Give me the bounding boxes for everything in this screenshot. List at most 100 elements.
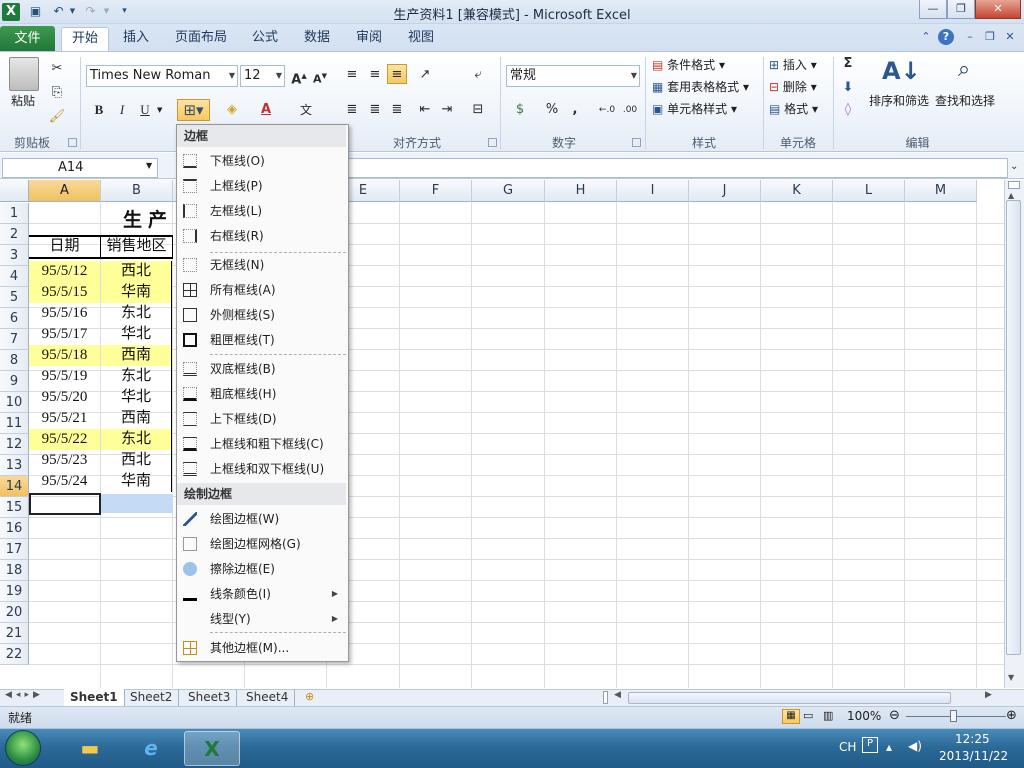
data-cell-region[interactable]: 东北 bbox=[101, 366, 172, 387]
fill-icon[interactable]: ⬇ bbox=[838, 78, 858, 98]
row-header-5[interactable]: 5 bbox=[0, 287, 29, 308]
row-header-15[interactable]: 15 bbox=[0, 497, 29, 518]
clear-icon[interactable]: ◊ bbox=[838, 100, 858, 120]
explorer-icon[interactable]: ▬ bbox=[62, 731, 118, 766]
start-button[interactable] bbox=[5, 730, 41, 766]
row-header-8[interactable]: 8 bbox=[0, 350, 29, 371]
menu-item-outside-borders[interactable]: 外侧框线(S) bbox=[177, 303, 346, 327]
menu-item-line-color[interactable]: 线条颜色(I) ▶ bbox=[177, 582, 346, 606]
menu-item-top-thick-bottom-border[interactable]: 上框线和粗下框线(C) bbox=[177, 432, 346, 456]
align-center-icon[interactable]: ≣ bbox=[365, 100, 385, 120]
row-header-20[interactable]: 20 bbox=[0, 602, 29, 623]
align-top-icon[interactable]: ≡ bbox=[342, 65, 362, 85]
data-cell-date[interactable]: 95/5/20 bbox=[29, 387, 100, 408]
sheet-tab-sheet2[interactable]: Sheet2 bbox=[124, 689, 180, 706]
column-header-m[interactable]: M bbox=[905, 180, 977, 202]
normal-view-icon[interactable]: ▦ bbox=[782, 709, 800, 724]
menu-item-no-border[interactable]: 无框线(N) bbox=[177, 253, 346, 277]
sheet-tab-sheet4[interactable]: Sheet4 bbox=[240, 689, 296, 706]
split-box-icon[interactable] bbox=[1008, 181, 1020, 189]
row-header-22[interactable]: 22 bbox=[0, 644, 29, 665]
clipboard-launcher-icon[interactable] bbox=[68, 138, 77, 147]
alignment-launcher-icon[interactable] bbox=[488, 138, 497, 147]
row-header-11[interactable]: 11 bbox=[0, 413, 29, 434]
insert-cells-button[interactable]: ⊞ 插入 ▾ bbox=[769, 56, 817, 74]
vertical-scroll-thumb[interactable] bbox=[1006, 200, 1021, 655]
decrease-indent-icon[interactable]: ⇤ bbox=[415, 100, 435, 120]
data-cell-region[interactable]: 华南 bbox=[101, 282, 172, 303]
menu-item-bottom-border[interactable]: 下框线(O) bbox=[177, 149, 346, 173]
expand-formula-icon[interactable]: ⌄ bbox=[1010, 161, 1018, 172]
bold-button[interactable]: B bbox=[89, 100, 109, 120]
save-icon[interactable]: ▣ bbox=[27, 3, 44, 20]
tab-data[interactable]: 数据 bbox=[296, 27, 338, 51]
column-header-j[interactable]: J bbox=[689, 180, 761, 202]
paste-button[interactable]: 粘贴 bbox=[11, 92, 35, 110]
scroll-down-icon[interactable]: ▼ bbox=[1008, 673, 1014, 682]
row-header-2[interactable]: 2 bbox=[0, 224, 29, 245]
ime-indicator[interactable]: CH bbox=[839, 740, 856, 754]
doc-minimize-icon[interactable]: – bbox=[962, 29, 978, 45]
zoom-out-icon[interactable]: ⊖ bbox=[889, 708, 900, 723]
close-button[interactable]: ✕ bbox=[975, 0, 1021, 19]
minimize-button[interactable]: — bbox=[919, 0, 947, 19]
orientation-icon[interactable]: ↗ bbox=[415, 65, 435, 85]
menu-item-line-style[interactable]: 线型(Y) ▶ bbox=[177, 607, 346, 631]
row-header-10[interactable]: 10 bbox=[0, 392, 29, 413]
row-header-19[interactable]: 19 bbox=[0, 581, 29, 602]
scroll-up-icon[interactable]: ▲ bbox=[1008, 191, 1014, 200]
data-cell-region[interactable]: 东北 bbox=[101, 429, 172, 450]
align-left-icon[interactable]: ≣ bbox=[342, 100, 362, 120]
network-icon[interactable]: ▴ bbox=[886, 740, 892, 754]
sheet-tab-sheet1[interactable]: Sheet1 bbox=[64, 689, 125, 706]
paste-icon[interactable] bbox=[9, 57, 39, 91]
menu-item-more-borders[interactable]: 其他边框(M)... bbox=[177, 636, 346, 660]
row-header-18[interactable]: 18 bbox=[0, 560, 29, 581]
tab-split-handle[interactable] bbox=[603, 691, 608, 704]
underline-dropdown-icon[interactable]: ▼ bbox=[157, 106, 162, 114]
page-layout-view-icon[interactable]: ▭ bbox=[803, 709, 813, 722]
data-cell-region[interactable]: 西南 bbox=[101, 345, 172, 366]
font-color-icon[interactable]: A bbox=[256, 100, 276, 120]
scroll-right-icon[interactable]: ▶ bbox=[985, 690, 992, 700]
underline-button[interactable]: U bbox=[135, 100, 155, 120]
column-header-g[interactable]: G bbox=[472, 180, 545, 202]
undo-dropdown-icon[interactable]: ▼ bbox=[64, 3, 81, 20]
tab-home[interactable]: 开始 bbox=[61, 27, 109, 52]
help-icon[interactable]: ? bbox=[938, 29, 954, 45]
menu-item-draw-border[interactable]: 绘图边框(W) bbox=[177, 507, 346, 531]
restore-button[interactable]: ❐ bbox=[947, 0, 975, 19]
tab-review[interactable]: 审阅 bbox=[348, 27, 390, 51]
italic-button[interactable]: I bbox=[112, 100, 132, 120]
increase-indent-icon[interactable]: ⇥ bbox=[437, 100, 457, 120]
borders-button[interactable]: ⊞▾ bbox=[177, 99, 210, 121]
zoom-slider-thumb[interactable] bbox=[950, 710, 957, 722]
data-cell-region[interactable]: 华北 bbox=[101, 387, 172, 408]
row-header-1[interactable]: 1 bbox=[0, 203, 29, 224]
title-cell[interactable]: 生产 bbox=[101, 203, 173, 236]
delete-cells-button[interactable]: ⊟ 删除 ▾ bbox=[769, 78, 817, 96]
format-painter-icon[interactable]: 🖌 bbox=[47, 107, 67, 127]
doc-close-icon[interactable]: ✕ bbox=[1002, 29, 1018, 45]
doc-restore-icon[interactable]: ❐ bbox=[982, 29, 998, 45]
menu-item-thick-bottom-border[interactable]: 粗底框线(H) bbox=[177, 382, 346, 406]
clock-time[interactable]: 12:25 bbox=[955, 732, 990, 746]
header-cell[interactable]: 日期 bbox=[29, 236, 101, 259]
number-launcher-icon[interactable] bbox=[632, 138, 641, 147]
tab-insert[interactable]: 插入 bbox=[115, 27, 157, 51]
column-header-h[interactable]: H bbox=[545, 180, 617, 202]
data-cell-date[interactable]: 95/5/19 bbox=[29, 366, 100, 387]
row-header-7[interactable]: 7 bbox=[0, 329, 29, 350]
font-size-combo[interactable]: 12 ▼ bbox=[240, 65, 285, 87]
data-cell-date[interactable]: 95/5/16 bbox=[29, 303, 100, 324]
clock-date[interactable]: 2013/11/22 bbox=[939, 749, 1008, 763]
row-header-6[interactable]: 6 bbox=[0, 308, 29, 329]
row-header-21[interactable]: 21 bbox=[0, 623, 29, 644]
tab-page-layout[interactable]: 页面布局 bbox=[168, 27, 234, 51]
data-cell-date[interactable]: 95/5/21 bbox=[29, 408, 100, 429]
shrink-font-icon[interactable]: A▼ bbox=[310, 66, 330, 86]
menu-item-double-bottom-border[interactable]: 双底框线(B) bbox=[177, 357, 346, 381]
data-cell-region[interactable]: 东北 bbox=[101, 303, 172, 324]
data-cell-date[interactable]: 95/5/18 bbox=[29, 345, 100, 366]
data-cell-date[interactable]: 95/5/15 bbox=[29, 282, 100, 303]
